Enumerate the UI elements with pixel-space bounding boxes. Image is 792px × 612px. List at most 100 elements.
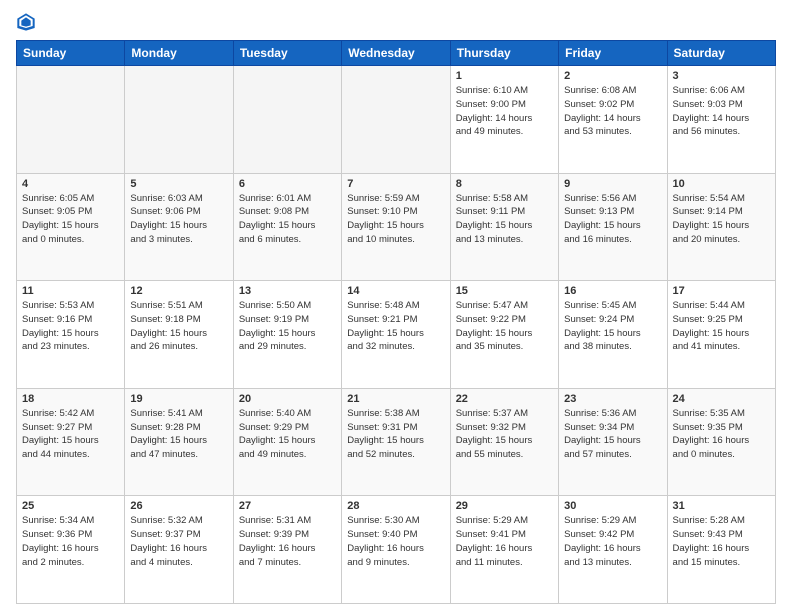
calendar-cell: 15 Sunrise: 5:47 AM Sunset: 9:22 PM Dayli… (450, 281, 558, 389)
calendar-cell: 29 Sunrise: 5:29 AM Sunset: 9:41 PM Dayli… (450, 496, 558, 604)
weekday-header-saturday: Saturday (667, 41, 775, 66)
day-number: 11 (22, 285, 119, 297)
day-info: Sunrise: 5:53 AM Sunset: 9:16 PM Dayligh… (22, 299, 119, 354)
weekday-header-tuesday: Tuesday (233, 41, 341, 66)
day-number: 8 (456, 178, 553, 190)
header (16, 12, 776, 32)
week-row-1: 1 Sunrise: 6:10 AM Sunset: 9:00 PM Daylig… (17, 66, 776, 174)
day-number: 14 (347, 285, 444, 297)
day-number: 28 (347, 500, 444, 512)
calendar-cell: 16Sunrise: 5:45 AM Sunset: 9:24 PM Dayli… (559, 281, 667, 389)
day-number: 22 (456, 393, 553, 405)
day-info: Sunrise: 5:56 AM Sunset: 9:13 PM Dayligh… (564, 192, 661, 247)
day-number: 9 (564, 178, 661, 190)
day-number: 23 (564, 393, 661, 405)
day-number: 5 (130, 178, 227, 190)
day-info: Sunrise: 6:01 AM Sunset: 9:08 PM Dayligh… (239, 192, 336, 247)
calendar-cell: 28 Sunrise: 5:30 AM Sunset: 9:40 PM Dayli… (342, 496, 450, 604)
day-number: 10 (673, 178, 770, 190)
calendar-cell: 9 Sunrise: 5:56 AM Sunset: 9:13 PM Daylig… (559, 173, 667, 281)
calendar-cell: 19 Sunrise: 5:41 AM Sunset: 9:28 PM Dayli… (125, 388, 233, 496)
day-info: Sunrise: 5:47 AM Sunset: 9:22 PM Dayligh… (456, 299, 553, 354)
calendar-cell: 7 Sunrise: 5:59 AM Sunset: 9:10 PM Daylig… (342, 173, 450, 281)
weekday-header-monday: Monday (125, 41, 233, 66)
week-row-2: 4Sunrise: 6:05 AM Sunset: 9:05 PM Daylig… (17, 173, 776, 281)
calendar-cell: 17Sunrise: 5:44 AM Sunset: 9:25 PM Dayli… (667, 281, 775, 389)
calendar-cell: 8 Sunrise: 5:58 AM Sunset: 9:11 PM Daylig… (450, 173, 558, 281)
calendar-cell: 4Sunrise: 6:05 AM Sunset: 9:05 PM Daylig… (17, 173, 125, 281)
calendar-cell (17, 66, 125, 174)
day-info: Sunrise: 5:48 AM Sunset: 9:21 PM Dayligh… (347, 299, 444, 354)
calendar-cell: 30 Sunrise: 5:29 AM Sunset: 9:42 PM Dayli… (559, 496, 667, 604)
day-info: Sunrise: 5:37 AM Sunset: 9:32 PM Dayligh… (456, 407, 553, 462)
day-number: 6 (239, 178, 336, 190)
calendar-cell: 10 Sunrise: 5:54 AM Sunset: 9:14 PM Dayli… (667, 173, 775, 281)
day-info: Sunrise: 5:59 AM Sunset: 9:10 PM Dayligh… (347, 192, 444, 247)
page: SundayMondayTuesdayWednesdayThursdayFrid… (0, 0, 792, 612)
day-number: 24 (673, 393, 770, 405)
calendar-cell: 27 Sunrise: 5:31 AM Sunset: 9:39 PM Dayli… (233, 496, 341, 604)
calendar-cell: 12Sunrise: 5:51 AM Sunset: 9:18 PM Dayli… (125, 281, 233, 389)
weekday-header-sunday: Sunday (17, 41, 125, 66)
logo-icon (16, 12, 36, 32)
day-info: Sunrise: 5:42 AM Sunset: 9:27 PM Dayligh… (22, 407, 119, 462)
day-info: Sunrise: 5:58 AM Sunset: 9:11 PM Dayligh… (456, 192, 553, 247)
day-number: 19 (130, 393, 227, 405)
day-number: 1 (456, 70, 553, 82)
day-info: Sunrise: 5:38 AM Sunset: 9:31 PM Dayligh… (347, 407, 444, 462)
day-info: Sunrise: 5:31 AM Sunset: 9:39 PM Dayligh… (239, 514, 336, 569)
calendar-cell: 13 Sunrise: 5:50 AM Sunset: 9:19 PM Dayli… (233, 281, 341, 389)
calendar-cell: 5 Sunrise: 6:03 AM Sunset: 9:06 PM Daylig… (125, 173, 233, 281)
weekday-header-row: SundayMondayTuesdayWednesdayThursdayFrid… (17, 41, 776, 66)
day-info: Sunrise: 6:10 AM Sunset: 9:00 PM Dayligh… (456, 84, 553, 139)
calendar-cell: 21 Sunrise: 5:38 AM Sunset: 9:31 PM Dayli… (342, 388, 450, 496)
day-info: Sunrise: 5:50 AM Sunset: 9:19 PM Dayligh… (239, 299, 336, 354)
week-row-3: 11 Sunrise: 5:53 AM Sunset: 9:16 PM Dayli… (17, 281, 776, 389)
week-row-5: 25Sunrise: 5:34 AM Sunset: 9:36 PM Dayli… (17, 496, 776, 604)
day-number: 12 (130, 285, 227, 297)
day-info: Sunrise: 5:29 AM Sunset: 9:42 PM Dayligh… (564, 514, 661, 569)
day-info: Sunrise: 5:35 AM Sunset: 9:35 PM Dayligh… (673, 407, 770, 462)
day-number: 27 (239, 500, 336, 512)
day-info: Sunrise: 5:32 AM Sunset: 9:37 PM Dayligh… (130, 514, 227, 569)
day-number: 15 (456, 285, 553, 297)
calendar-cell: 26Sunrise: 5:32 AM Sunset: 9:37 PM Dayli… (125, 496, 233, 604)
calendar-cell: 20 Sunrise: 5:40 AM Sunset: 9:29 PM Dayli… (233, 388, 341, 496)
day-info: Sunrise: 5:30 AM Sunset: 9:40 PM Dayligh… (347, 514, 444, 569)
weekday-header-wednesday: Wednesday (342, 41, 450, 66)
logo (16, 12, 40, 32)
day-info: Sunrise: 6:03 AM Sunset: 9:06 PM Dayligh… (130, 192, 227, 247)
day-number: 2 (564, 70, 661, 82)
calendar-cell (125, 66, 233, 174)
day-info: Sunrise: 5:44 AM Sunset: 9:25 PM Dayligh… (673, 299, 770, 354)
calendar-cell: 23 Sunrise: 5:36 AM Sunset: 9:34 PM Dayli… (559, 388, 667, 496)
day-number: 18 (22, 393, 119, 405)
day-info: Sunrise: 5:40 AM Sunset: 9:29 PM Dayligh… (239, 407, 336, 462)
day-info: Sunrise: 5:28 AM Sunset: 9:43 PM Dayligh… (673, 514, 770, 569)
calendar-cell: 11 Sunrise: 5:53 AM Sunset: 9:16 PM Dayli… (17, 281, 125, 389)
day-info: Sunrise: 5:45 AM Sunset: 9:24 PM Dayligh… (564, 299, 661, 354)
day-info: Sunrise: 5:54 AM Sunset: 9:14 PM Dayligh… (673, 192, 770, 247)
week-row-4: 18 Sunrise: 5:42 AM Sunset: 9:27 PM Dayli… (17, 388, 776, 496)
day-number: 29 (456, 500, 553, 512)
day-info: Sunrise: 5:29 AM Sunset: 9:41 PM Dayligh… (456, 514, 553, 569)
day-info: Sunrise: 5:41 AM Sunset: 9:28 PM Dayligh… (130, 407, 227, 462)
day-info: Sunrise: 5:36 AM Sunset: 9:34 PM Dayligh… (564, 407, 661, 462)
calendar-cell (342, 66, 450, 174)
calendar-cell: 2 Sunrise: 6:08 AM Sunset: 9:02 PM Daylig… (559, 66, 667, 174)
calendar-cell: 25Sunrise: 5:34 AM Sunset: 9:36 PM Dayli… (17, 496, 125, 604)
calendar-cell: 31 Sunrise: 5:28 AM Sunset: 9:43 PM Dayli… (667, 496, 775, 604)
day-number: 31 (673, 500, 770, 512)
day-info: Sunrise: 6:08 AM Sunset: 9:02 PM Dayligh… (564, 84, 661, 139)
day-number: 13 (239, 285, 336, 297)
day-number: 4 (22, 178, 119, 190)
day-number: 7 (347, 178, 444, 190)
calendar-cell: 3Sunrise: 6:06 AM Sunset: 9:03 PM Daylig… (667, 66, 775, 174)
calendar-cell: 14 Sunrise: 5:48 AM Sunset: 9:21 PM Dayli… (342, 281, 450, 389)
day-number: 21 (347, 393, 444, 405)
day-number: 20 (239, 393, 336, 405)
weekday-header-friday: Friday (559, 41, 667, 66)
day-number: 30 (564, 500, 661, 512)
day-number: 25 (22, 500, 119, 512)
calendar-cell: 1 Sunrise: 6:10 AM Sunset: 9:00 PM Daylig… (450, 66, 558, 174)
